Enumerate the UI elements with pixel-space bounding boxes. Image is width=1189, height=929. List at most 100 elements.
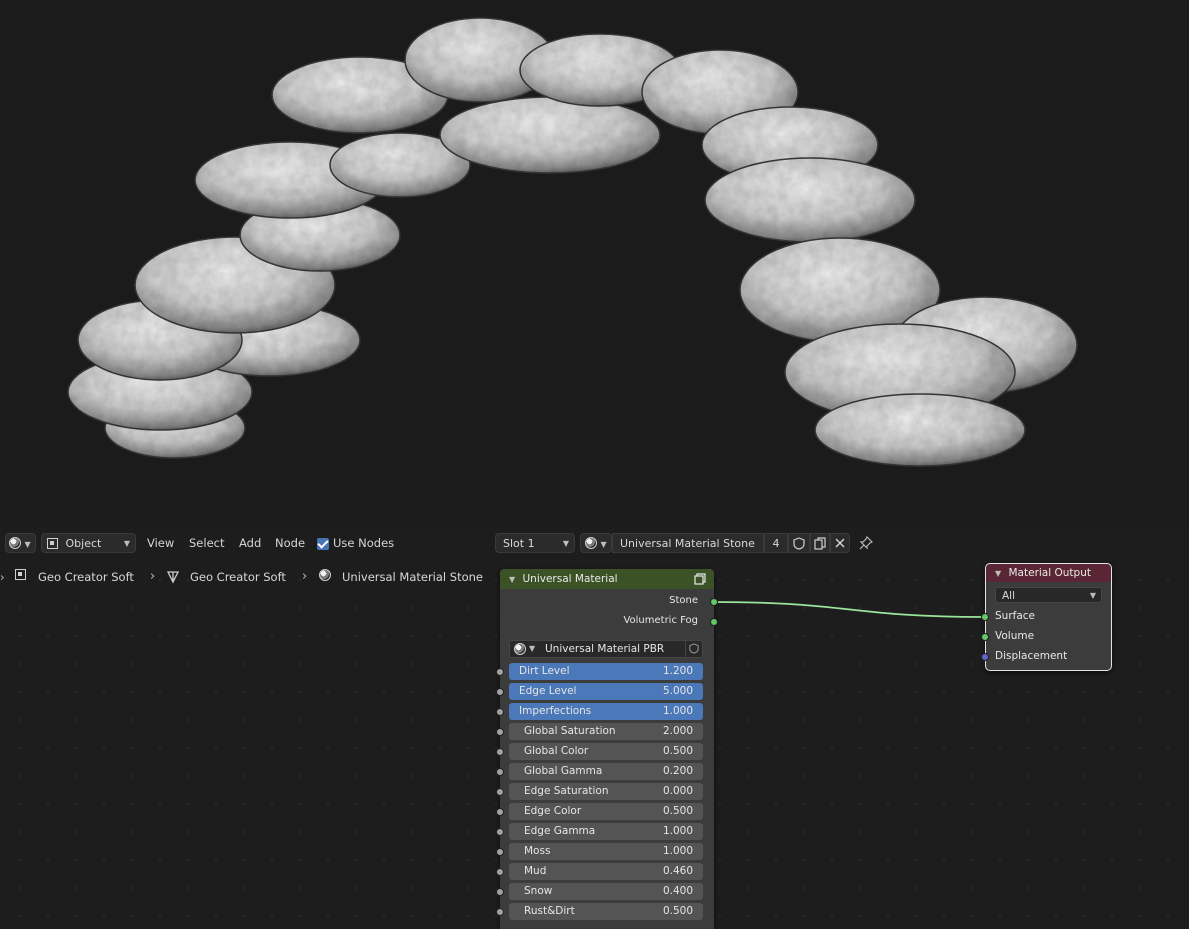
fake-user-button[interactable] xyxy=(685,640,702,658)
render-target-value: All xyxy=(1002,590,1016,602)
material-output-node[interactable]: ▼ Material Output All ▼ Surface Volume D… xyxy=(981,563,1112,671)
input-value: 0.460 xyxy=(662,865,693,877)
editor-type-dropdown[interactable]: ▼ xyxy=(5,533,36,553)
input-field-rust-dirt[interactable]: Rust&Dirt 0.500 xyxy=(509,903,703,920)
input-field-moss[interactable]: Moss 1.000 xyxy=(509,843,703,860)
input-value: 0.500 xyxy=(662,745,693,757)
input-socket[interactable] xyxy=(496,828,504,836)
stone-to-surface-link xyxy=(713,601,986,618)
input-socket[interactable] xyxy=(496,668,504,676)
chevron-down-icon: ▼ xyxy=(529,644,536,653)
input-field-snow[interactable]: Snow 0.400 xyxy=(509,883,703,900)
material-browse-button[interactable]: ▼ xyxy=(580,533,612,553)
input-socket[interactable] xyxy=(496,728,504,736)
node-group-selector[interactable]: ▼ Universal Material PBR xyxy=(509,640,703,658)
shield-icon xyxy=(793,537,805,550)
input-label: Global Gamma xyxy=(524,765,603,777)
input-label: Global Saturation xyxy=(524,725,616,737)
input-field-edge-level[interactable]: Edge Level 5.000 xyxy=(509,683,703,700)
shader-editor-icon xyxy=(9,537,21,549)
breadcrumb-mesh: Geo Creator Soft xyxy=(190,570,286,584)
material-user-count[interactable]: 4 xyxy=(764,533,788,553)
input-field-edge-saturation[interactable]: Edge Saturation 0.000 xyxy=(509,783,703,800)
slot-dropdown[interactable]: Slot 1 ▼ xyxy=(495,533,575,553)
input-label: Imperfections xyxy=(519,705,592,717)
input-surface-label: Surface xyxy=(995,610,1036,622)
input-field-dirt-level[interactable]: Dirt Level 1.200 xyxy=(509,663,703,680)
output-stone-socket[interactable] xyxy=(710,598,718,606)
input-volume-socket[interactable] xyxy=(981,633,989,641)
menu-node[interactable]: Node xyxy=(275,533,305,553)
input-socket[interactable] xyxy=(496,848,504,856)
input-socket[interactable] xyxy=(496,868,504,876)
unlink-material-button[interactable] xyxy=(830,533,850,553)
input-socket[interactable] xyxy=(496,908,504,916)
input-volume-label: Volume xyxy=(995,630,1035,642)
input-socket[interactable] xyxy=(496,708,504,716)
node-group-icon[interactable] xyxy=(694,573,706,585)
material-name-field[interactable]: Universal Material Stone xyxy=(612,533,764,553)
input-value: 5.000 xyxy=(662,685,693,697)
material-icon xyxy=(585,537,597,549)
input-field-edge-gamma[interactable]: Edge Gamma 1.000 xyxy=(509,823,703,840)
collapse-chevron-icon[interactable]: ▼ xyxy=(509,570,515,590)
chevron-down-icon: ▼ xyxy=(1089,591,1096,600)
input-socket[interactable] xyxy=(496,808,504,816)
use-nodes-toggle[interactable]: Use Nodes xyxy=(317,533,394,553)
input-socket[interactable] xyxy=(496,768,504,776)
duplicate-material-button[interactable] xyxy=(810,533,830,553)
checkbox-checked-icon xyxy=(317,537,329,550)
pin-button[interactable] xyxy=(857,533,875,553)
node-header[interactable]: ▼ Universal Material xyxy=(500,569,714,589)
node-header[interactable]: ▼ Material Output xyxy=(986,564,1111,582)
input-field-global-color[interactable]: Global Color 0.500 xyxy=(509,743,703,760)
render-target-dropdown[interactable]: All ▼ xyxy=(995,587,1102,603)
duplicate-icon xyxy=(814,537,826,550)
input-label: Edge Level xyxy=(519,685,577,697)
collapse-chevron-icon[interactable]: ▼ xyxy=(995,565,1001,583)
input-value: 0.000 xyxy=(662,785,693,797)
shader-type-dropdown[interactable]: Object ▼ xyxy=(41,533,136,553)
input-displacement-label: Displacement xyxy=(995,650,1068,662)
stone-arch-render xyxy=(67,17,1078,467)
input-socket[interactable] xyxy=(496,688,504,696)
use-nodes-label: Use Nodes xyxy=(333,536,395,550)
node-group-name: Universal Material PBR xyxy=(545,643,665,655)
material-icon xyxy=(514,643,526,655)
input-label: Moss xyxy=(524,845,551,857)
pin-icon xyxy=(859,535,874,550)
fake-user-button[interactable] xyxy=(788,533,810,553)
chevron-down-icon: ▼ xyxy=(123,539,130,548)
stone-block xyxy=(814,393,1026,467)
input-field-mud[interactable]: Mud 0.460 xyxy=(509,863,703,880)
editor-header: ▼ Object ▼ View Select Add Node Use Node… xyxy=(0,528,1189,558)
input-label: Dirt Level xyxy=(519,665,570,677)
input-label: Edge Gamma xyxy=(524,825,596,837)
universal-material-node[interactable]: ▼ Universal Material Stone Volumetric Fo… xyxy=(496,569,718,929)
input-surface-socket[interactable] xyxy=(981,613,989,621)
breadcrumb-separator-icon: › xyxy=(150,569,156,584)
menu-add[interactable]: Add xyxy=(239,533,261,553)
input-socket[interactable] xyxy=(496,888,504,896)
node-title: Universal Material xyxy=(522,573,618,585)
chevron-down-icon: ▼ xyxy=(24,540,31,549)
output-volumetric-fog-socket[interactable] xyxy=(710,618,718,626)
input-label: Snow xyxy=(524,885,553,897)
3d-viewport[interactable] xyxy=(0,0,1189,528)
breadcrumb-separator-icon: › xyxy=(302,569,308,584)
input-value: 1.200 xyxy=(662,665,693,677)
stone-block xyxy=(704,157,916,243)
menu-view[interactable]: View xyxy=(147,533,174,553)
shader-node-editor[interactable]: ▼ Object ▼ View Select Add Node Use Node… xyxy=(0,528,1189,929)
input-field-global-saturation[interactable]: Global Saturation 2.000 xyxy=(509,723,703,740)
input-label: Global Color xyxy=(524,745,589,757)
input-value: 2.000 xyxy=(662,725,693,737)
input-socket[interactable] xyxy=(496,788,504,796)
input-field-edge-color[interactable]: Edge Color 0.500 xyxy=(509,803,703,820)
input-socket[interactable] xyxy=(496,748,504,756)
output-volumetric-fog-label: Volumetric Fog xyxy=(623,615,698,626)
input-displacement-socket[interactable] xyxy=(981,653,989,661)
menu-select[interactable]: Select xyxy=(189,533,224,553)
input-field-global-gamma[interactable]: Global Gamma 0.200 xyxy=(509,763,703,780)
input-field-imperfections[interactable]: Imperfections 1.000 xyxy=(509,703,703,720)
